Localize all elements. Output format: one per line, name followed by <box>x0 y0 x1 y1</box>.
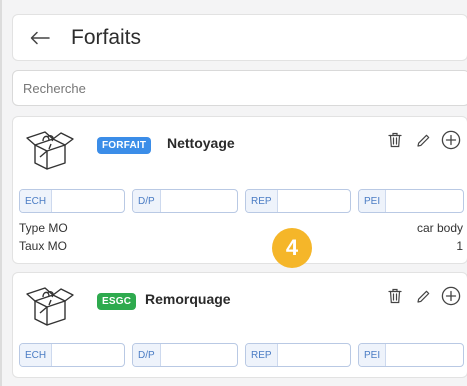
field-value <box>278 344 350 366</box>
field-label: PEI <box>359 190 387 212</box>
type-mo-row: Type MO car body <box>19 221 463 235</box>
plus-circle-icon <box>441 286 461 306</box>
field-pei[interactable]: PEI <box>358 343 464 367</box>
fields-row: ECH D/P REP PEI <box>19 343 465 367</box>
forfait-card[interactable]: ESGC Remorquage ECH D/P REP PEI <box>12 272 467 378</box>
search-input[interactable] <box>12 70 467 106</box>
forfaits-panel: Forfaits FORFAIT Nettoyage <box>0 0 467 386</box>
fields-row: ECH D/P REP PEI <box>19 189 465 213</box>
field-pei[interactable]: PEI <box>358 189 464 213</box>
field-label: ECH <box>20 344 53 366</box>
field-rep[interactable]: REP <box>245 343 351 367</box>
taux-mo-row: Taux MO 1 <box>19 239 463 253</box>
step-number-badge: 4 <box>272 228 312 268</box>
type-mo-label: Type MO <box>19 221 68 235</box>
type-mo-value: car body <box>416 221 463 235</box>
field-value <box>161 190 237 212</box>
pencil-icon <box>416 290 429 303</box>
forfait-name: Nettoyage <box>167 135 235 151</box>
field-value <box>386 344 463 366</box>
forfait-type-badge: FORFAIT <box>97 137 152 154</box>
add-button[interactable] <box>440 129 462 151</box>
field-label: PEI <box>359 344 387 366</box>
field-value <box>52 344 124 366</box>
taux-mo-value: 1 <box>456 239 463 253</box>
field-label: REP <box>246 344 278 366</box>
plus-circle-icon <box>441 130 461 150</box>
box-icon <box>26 287 74 326</box>
edit-button[interactable] <box>412 285 434 307</box>
box-icon <box>26 131 74 170</box>
field-value <box>161 344 237 366</box>
trash-icon <box>388 288 402 304</box>
forfait-card[interactable]: FORFAIT Nettoyage ECH D/P REP PEI Type M… <box>12 116 467 264</box>
field-value <box>386 190 463 212</box>
field-ech[interactable]: ECH <box>19 189 125 213</box>
delete-button[interactable] <box>384 285 406 307</box>
page-header: Forfaits <box>12 14 467 61</box>
add-button[interactable] <box>440 285 462 307</box>
pencil-icon <box>416 134 429 147</box>
field-dp[interactable]: D/P <box>132 189 238 213</box>
field-label: REP <box>246 190 278 212</box>
forfait-type-badge: ESGC <box>97 293 137 310</box>
field-rep[interactable]: REP <box>245 189 351 213</box>
back-button[interactable] <box>27 25 53 51</box>
page-title: Forfaits <box>71 26 142 49</box>
taux-mo-label: Taux MO <box>19 239 68 253</box>
field-value <box>278 190 350 212</box>
edit-button[interactable] <box>412 129 434 151</box>
field-dp[interactable]: D/P <box>132 343 238 367</box>
field-label: D/P <box>133 190 161 212</box>
field-ech[interactable]: ECH <box>19 343 125 367</box>
field-label: D/P <box>133 344 161 366</box>
delete-button[interactable] <box>384 129 406 151</box>
forfait-name: Remorquage <box>145 291 231 307</box>
field-label: ECH <box>20 190 53 212</box>
trash-icon <box>388 132 402 148</box>
arrow-left-icon <box>30 31 50 45</box>
field-value <box>52 190 124 212</box>
